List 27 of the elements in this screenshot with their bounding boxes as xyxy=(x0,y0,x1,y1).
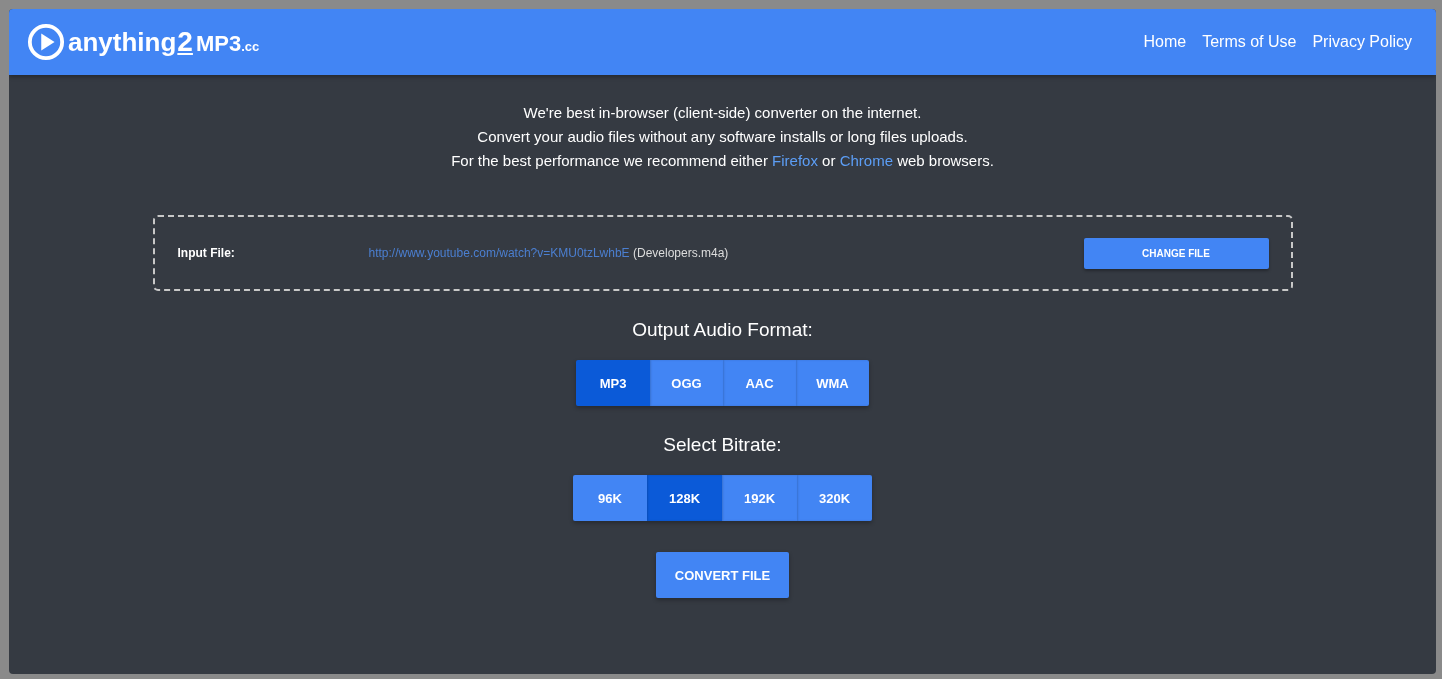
bitrate-option[interactable]: 128K xyxy=(647,475,722,521)
section-title: Output Audio Format: xyxy=(632,319,813,341)
firefox-link[interactable]: Firefox xyxy=(772,152,818,169)
nav-link[interactable]: Terms of Use xyxy=(1202,33,1297,51)
nav-link[interactable]: Home xyxy=(1143,33,1187,51)
bitrate-option[interactable]: 320K xyxy=(797,475,872,521)
intro-text: For the best performance we recommend either Firefox or Chrome web browsers. xyxy=(451,151,994,171)
format-option[interactable]: AAC xyxy=(723,360,796,406)
format-option[interactable]: MP3 xyxy=(576,360,650,406)
intro-text: Convert your audio files without any software installs or long files uploads. xyxy=(476,127,969,147)
play-icon xyxy=(27,23,65,61)
bitrate-option[interactable]: 96K xyxy=(573,475,647,521)
format-option[interactable]: WMA xyxy=(796,360,869,406)
logo-text: anything2 MP3.cc xyxy=(68,26,260,58)
change-file-button[interactable]: CHANGE FILE xyxy=(1083,237,1269,269)
chrome-link[interactable]: Chrome xyxy=(839,152,893,169)
section-title: Select Bitrate: xyxy=(663,434,782,456)
nav-link[interactable]: Privacy Policy xyxy=(1312,33,1412,51)
bitrate-option[interactable]: 192K xyxy=(722,475,797,521)
format-option[interactable]: OGG xyxy=(650,360,723,406)
file-drop-zone[interactable]: Input File: http://www.youtube.com/watch?v=KMU0tzLwhbE (Developers.m4a) CHANGE FILE xyxy=(152,215,1293,291)
intro-text: We're best in-browser (client-side) converter on the internet. xyxy=(522,103,923,123)
convert-file-button[interactable]: CONVERT FILE xyxy=(656,552,789,598)
input-file-label: Input File: xyxy=(177,246,236,260)
site-logo[interactable]: anything2 MP3.cc xyxy=(27,23,260,61)
file-url-link[interactable]: http://www.youtube.com/watch?v=KMU0tzLwhbE xyxy=(368,246,630,260)
file-name: (Developers.m4a) xyxy=(632,246,729,260)
